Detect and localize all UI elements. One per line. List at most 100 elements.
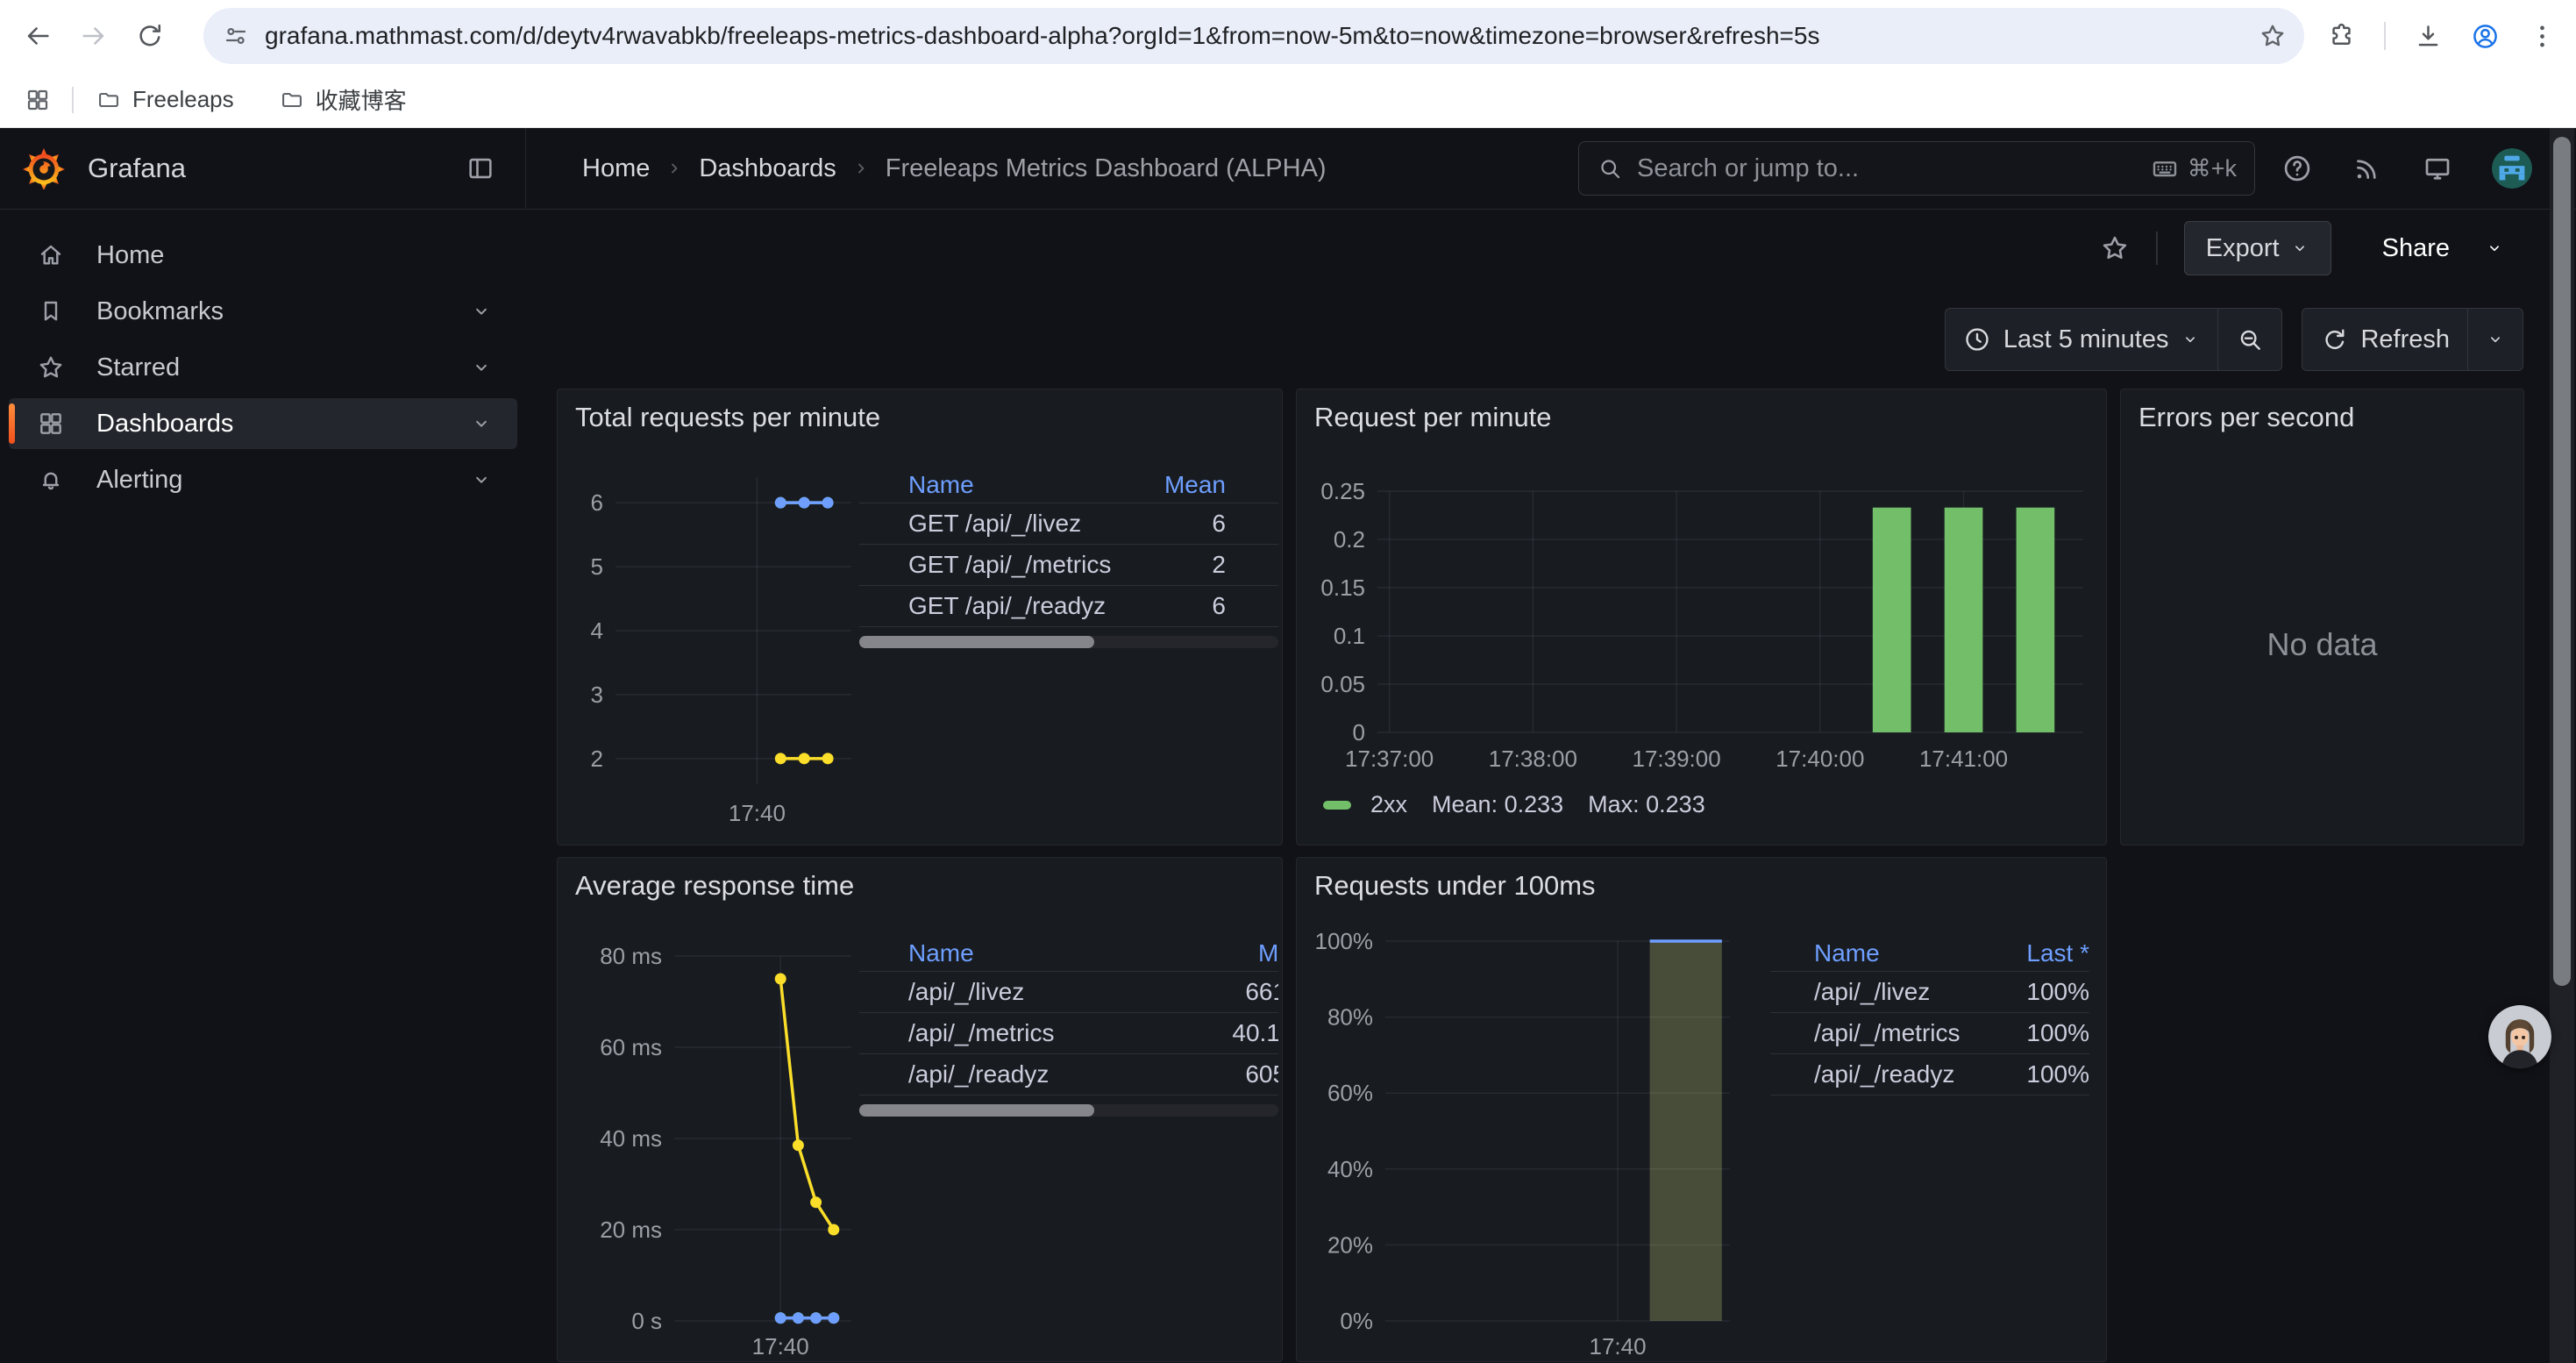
chevron-down-icon: [470, 356, 493, 379]
sidebar-item-bookmarks[interactable]: Bookmarks: [9, 286, 517, 337]
legend-row[interactable]: GET /api/_/livez6: [859, 503, 1278, 545]
browser-menu-icon[interactable]: [2528, 22, 2557, 51]
sidebar-item-home[interactable]: Home: [9, 230, 517, 281]
time-controls: Last 5 minutes Refresh: [1945, 308, 2523, 371]
sidebar-item-alerting[interactable]: Alerting: [9, 454, 517, 505]
url-text[interactable]: grafana.mathmast.com/d/deytv4rwavabkb/fr…: [265, 22, 2246, 50]
svg-text:17:37:00: 17:37:00: [1345, 746, 1434, 772]
bookmark-folder-blogs[interactable]: 收藏博客: [280, 83, 407, 116]
series-name[interactable]: /api/_/readyz: [1814, 1060, 1989, 1088]
display-icon[interactable]: [2422, 153, 2453, 184]
grid-icon: [37, 410, 65, 438]
forward-icon[interactable]: [79, 21, 109, 51]
back-icon[interactable]: [23, 21, 53, 51]
dock-menu-icon[interactable]: [466, 153, 495, 183]
svg-text:0.2: 0.2: [1334, 526, 1365, 553]
series-name[interactable]: GET /api/_/readyz: [908, 592, 1121, 620]
dashboard-toolbar: Export Share: [2100, 220, 2515, 276]
series-name[interactable]: 2xx: [1370, 791, 1407, 818]
brand-name: Grafana: [88, 153, 186, 184]
sidebar: HomeBookmarksStarredDashboardsAlerting: [9, 230, 517, 510]
legend-h-scrollbar[interactable]: [859, 1104, 1278, 1117]
svg-text:0.25: 0.25: [1320, 478, 1365, 504]
series-value: 661 µs: [1197, 978, 1278, 1006]
sidebar-item-starred[interactable]: Starred: [9, 342, 517, 393]
help-icon[interactable]: [2281, 153, 2313, 184]
refresh-button[interactable]: Refresh: [2302, 309, 2467, 370]
panel-title[interactable]: Requests under 100ms: [1314, 870, 1596, 902]
refresh-interval-dropdown[interactable]: [2467, 309, 2523, 370]
chevron-down-icon: [2181, 330, 2200, 349]
legend-row[interactable]: /api/_/readyz100%: [1770, 1054, 2089, 1095]
breadcrumb-dashboards[interactable]: Dashboards: [699, 154, 836, 183]
bell-icon: [37, 466, 65, 494]
toolbar-divider: [2384, 22, 2386, 50]
legend-row[interactable]: /api/_/metrics40.1 ms20.5 r: [859, 1013, 1278, 1054]
time-range-group: Last 5 minutes: [1945, 308, 2283, 371]
scrollbar-thumb[interactable]: [859, 636, 1094, 648]
extensions-icon[interactable]: [2327, 22, 2356, 51]
chart-canvas: 0%20%40%60%80%100%17:40: [1297, 858, 2107, 1362]
panel-title[interactable]: Total requests per minute: [575, 402, 880, 433]
legend-row[interactable]: /api/_/metrics100%: [1770, 1013, 2089, 1054]
legend-row[interactable]: /api/_/livez100%: [1770, 972, 2089, 1013]
series-name[interactable]: GET /api/_/metrics: [908, 551, 1121, 579]
series-name[interactable]: GET /api/_/livez: [908, 510, 1121, 538]
legend-column-header[interactable]: Name: [908, 471, 1121, 499]
bookmarks-bar: Freeleaps 收藏博客: [0, 72, 2576, 128]
svg-text:0%: 0%: [1340, 1308, 1373, 1334]
svg-text:80%: 80%: [1327, 1004, 1373, 1031]
zoom-out-button[interactable]: [2217, 309, 2281, 370]
panel-title[interactable]: Average response time: [575, 870, 854, 902]
downloads-icon[interactable]: [2414, 22, 2443, 51]
legend-row[interactable]: GET /api/_/readyz6: [859, 586, 1278, 627]
site-settings-icon[interactable]: [223, 23, 249, 49]
legend-row[interactable]: /api/_/readyz605 µs620: [859, 1054, 1278, 1095]
series-name[interactable]: /api/_/metrics: [1814, 1019, 1989, 1047]
series-name[interactable]: /api/_/livez: [1814, 978, 1989, 1006]
folder-icon: [96, 88, 121, 112]
panel-title[interactable]: Errors per second: [2138, 402, 2354, 433]
bookmark-star-icon[interactable]: [2259, 22, 2287, 50]
legend-row[interactable]: GET /api/_/metrics2: [859, 545, 1278, 586]
legend-column-header[interactable]: Mean: [1121, 471, 1226, 499]
news-icon[interactable]: [2352, 153, 2383, 184]
bookmark-folder-freeleaps[interactable]: Freeleaps: [96, 86, 234, 113]
scrollbar-thumb[interactable]: [2553, 137, 2571, 986]
bookmarks-divider: [72, 87, 74, 113]
profile-icon[interactable]: [2471, 22, 2500, 51]
legend-header-row: NameLast *: [1770, 935, 2089, 972]
series-value: 100%: [1989, 1060, 2089, 1088]
legend-h-scrollbar[interactable]: [859, 636, 1278, 648]
share-button-dropdown[interactable]: [2474, 221, 2515, 275]
svg-text:40%: 40%: [1327, 1156, 1373, 1182]
reload-icon[interactable]: [135, 21, 165, 51]
scrollbar-thumb[interactable]: [859, 1104, 1094, 1117]
breadcrumb-home[interactable]: Home: [582, 154, 650, 183]
series-name[interactable]: /api/_/livez: [908, 978, 1197, 1006]
chart-canvas: 00.050.10.150.20.2517:37:0017:38:0017:39…: [1297, 389, 2107, 846]
time-range-picker[interactable]: Last 5 minutes: [1946, 309, 2218, 370]
url-bar[interactable]: grafana.mathmast.com/d/deytv4rwavabkb/fr…: [203, 8, 2304, 64]
sidebar-item-dashboards[interactable]: Dashboards: [9, 398, 517, 449]
share-button[interactable]: Share: [2359, 221, 2515, 275]
legend-column-header[interactable]: Last *: [1989, 939, 2089, 967]
page-scrollbar[interactable]: [2550, 128, 2574, 1363]
assistant-avatar[interactable]: [2488, 1005, 2551, 1068]
share-button-main[interactable]: Share: [2359, 221, 2473, 275]
svg-text:100%: 100%: [1315, 928, 1374, 954]
search-input[interactable]: Search or jump to... ⌘+k: [1578, 141, 2255, 196]
legend-row[interactable]: /api/_/livez661 µs646: [859, 972, 1278, 1013]
legend-column-header[interactable]: Mean: [1197, 939, 1278, 967]
series-name[interactable]: /api/_/readyz: [908, 1060, 1197, 1088]
keyboard-icon: [2151, 154, 2179, 182]
svg-text:3: 3: [591, 682, 603, 708]
favorite-dashboard-icon[interactable]: [2100, 233, 2130, 263]
series-name[interactable]: /api/_/metrics: [908, 1019, 1197, 1047]
legend-column-header[interactable]: Name: [908, 939, 1197, 967]
panel-title[interactable]: Request per minute: [1314, 402, 1552, 433]
user-avatar[interactable]: [2492, 148, 2532, 189]
export-button[interactable]: Export: [2184, 221, 2331, 275]
legend-column-header[interactable]: Name: [1814, 939, 1989, 967]
apps-grid-icon[interactable]: [25, 87, 51, 113]
